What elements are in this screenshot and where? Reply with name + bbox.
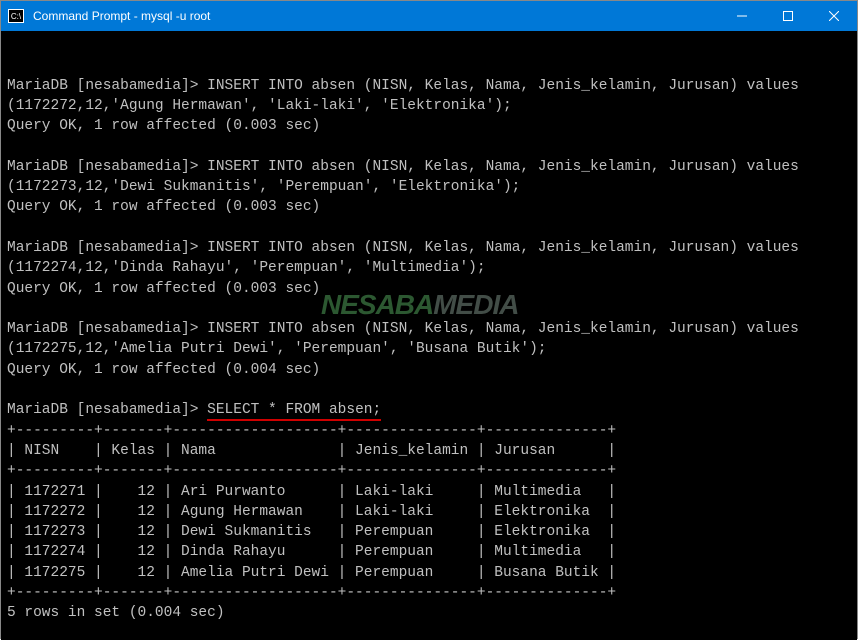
- window-title: Command Prompt - mysql -u root: [31, 9, 719, 23]
- table-row: | 1172273 | 12 | Dewi Sukmanitis | Perem…: [7, 524, 616, 540]
- cmd-icon: C:\: [8, 9, 24, 23]
- table-row: | 1172271 | 12 | Ari Purwanto | Laki-lak…: [7, 484, 616, 500]
- watermark: NESABAMEDIA: [321, 285, 518, 324]
- insert-block-4: MariaDB [nesabamedia]> INSERT INTO absen…: [7, 321, 799, 378]
- terminal-output[interactable]: NESABAMEDIA MariaDB [nesabamedia]> INSER…: [1, 31, 857, 640]
- close-button[interactable]: [811, 1, 857, 31]
- table-border: +---------+-------+-------------------+-…: [7, 463, 616, 479]
- close-icon: [829, 11, 839, 21]
- table-row: | 1172275 | 12 | Amelia Putri Dewi | Per…: [7, 565, 616, 581]
- table-footer: 5 rows in set (0.004 sec): [7, 605, 225, 621]
- table-row: | 1172272 | 12 | Agung Hermawan | Laki-l…: [7, 504, 616, 520]
- maximize-icon: [783, 11, 793, 21]
- select-query: MariaDB [nesabamedia]> SELECT * FROM abs…: [7, 402, 381, 421]
- insert-block-1: MariaDB [nesabamedia]> INSERT INTO absen…: [7, 78, 799, 135]
- table-header: | NISN | Kelas | Nama | Jenis_kelamin | …: [7, 443, 616, 459]
- minimize-icon: [737, 11, 747, 21]
- insert-block-2: MariaDB [nesabamedia]> INSERT INTO absen…: [7, 159, 799, 216]
- maximize-button[interactable]: [765, 1, 811, 31]
- table-border: +---------+-------+-------------------+-…: [7, 423, 616, 439]
- table-border: +---------+-------+-------------------+-…: [7, 585, 616, 601]
- minimize-button[interactable]: [719, 1, 765, 31]
- table-row: | 1172274 | 12 | Dinda Rahayu | Perempua…: [7, 544, 616, 560]
- app-icon: C:\: [1, 1, 31, 31]
- window-titlebar[interactable]: C:\ Command Prompt - mysql -u root: [1, 1, 857, 31]
